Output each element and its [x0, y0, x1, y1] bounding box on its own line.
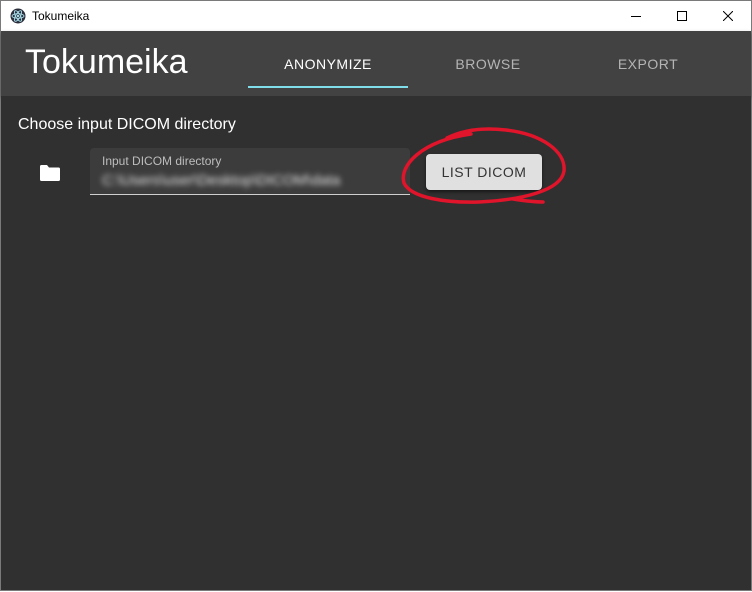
active-tab-indicator [248, 86, 408, 88]
list-dicom-button[interactable]: LIST DICOM [426, 154, 542, 190]
minimize-button[interactable] [613, 1, 659, 31]
input-directory-label: Input DICOM directory [102, 154, 222, 168]
tab-label: BROWSE [455, 55, 521, 72]
section-heading: Choose input DICOM directory [18, 116, 236, 133]
title-bar[interactable]: Tokumeika [1, 1, 751, 31]
window-title: Tokumeika [32, 9, 90, 23]
folder-icon[interactable] [39, 164, 61, 182]
app-bar: Tokumeika ANONYMIZE BROWSE EXPORT [1, 31, 751, 96]
tab-label: EXPORT [617, 55, 679, 72]
input-directory-field[interactable]: Input DICOM directory C:\Users\user\Desk… [90, 148, 410, 195]
minimize-icon [631, 16, 641, 17]
close-icon [723, 11, 733, 21]
app-window: Tokumeika Tokumeika ANONYMIZE BROWSE EXP… [0, 0, 752, 591]
tab-label: ANONYMIZE [284, 55, 372, 72]
input-directory-value[interactable]: C:\Users\user\Desktop\DICOM\data [102, 172, 402, 189]
tab-anonymize[interactable]: ANONYMIZE [248, 31, 408, 96]
main-content: Choose input DICOM directory Input DICOM… [1, 96, 751, 590]
maximize-icon [677, 11, 687, 21]
tab-export[interactable]: EXPORT [568, 31, 728, 96]
app-title: Tokumeika [25, 43, 188, 81]
close-button[interactable] [705, 1, 751, 31]
app-icon [10, 8, 26, 24]
tab-browse[interactable]: BROWSE [408, 31, 568, 96]
maximize-button[interactable] [659, 1, 705, 31]
